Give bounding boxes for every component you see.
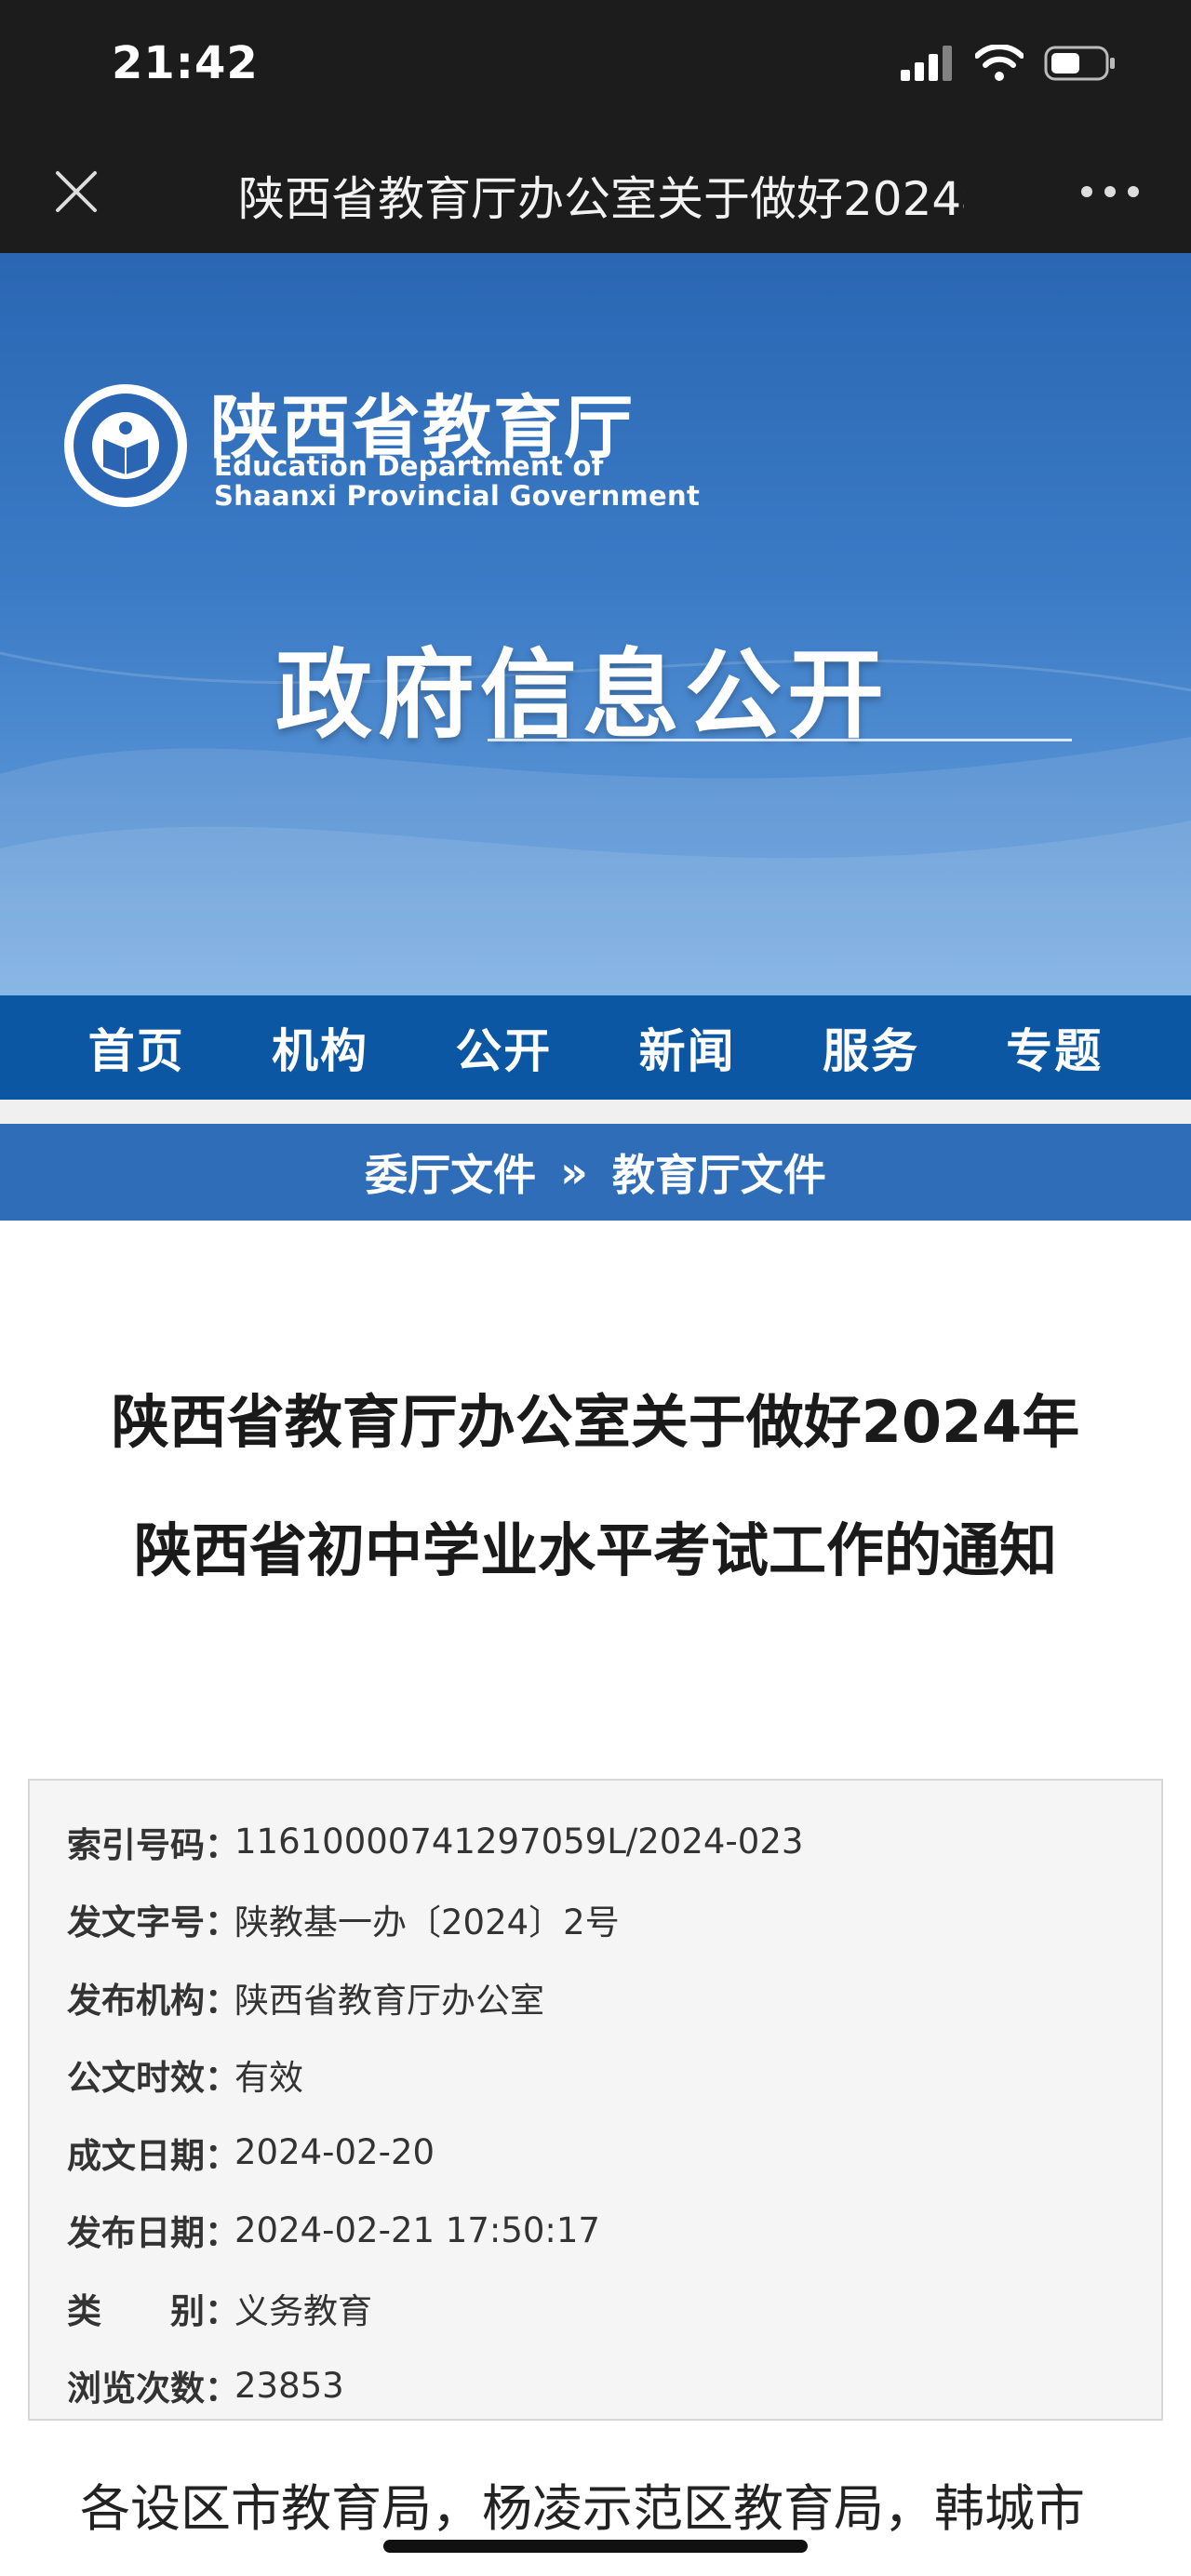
meta-label: 浏览次数： [67, 2369, 239, 2409]
article-title-line2: 陕西省初中学业水平考试工作的通知 [133, 1516, 1057, 1584]
menu-item-home[interactable]: 首页 [88, 1014, 185, 1081]
org-name-en-line1: Education Department of [214, 450, 604, 482]
meta-row-publisher: 发布机构： 陕西省教育厅办公室 [67, 1958, 1124, 2036]
nav-bar: 陕西省教育厅办公室关于做好2024年陕西省初中学业水平考试工作的通知 [0, 130, 1191, 253]
meta-value: 陕教基一办〔2024〕2号 [234, 1902, 620, 1943]
meta-value: 2024-02-20 [234, 2132, 435, 2173]
meta-row-written-date: 成文日期： 2024-02-20 [67, 2114, 1124, 2192]
article-title-line1: 陕西省教育厅办公室关于做好2024年 [111, 1388, 1080, 1456]
wifi-icon [975, 45, 1024, 81]
menu-item-organization[interactable]: 机构 [272, 1014, 368, 1081]
more-options-icon[interactable] [1077, 171, 1143, 212]
page-title: 陕西省教育厅办公室关于做好2024年陕西省初中学业水平考试工作的通知 [238, 172, 964, 226]
meta-value: 23853 [234, 2365, 344, 2406]
meta-label: 发布机构： [67, 1980, 239, 2021]
headline-underline [488, 739, 1072, 741]
meta-label: 成文日期： [67, 2135, 239, 2176]
status-time: 21:42 [112, 37, 259, 89]
main-menu: 首页 机构 公开 新闻 服务 专题 [0, 995, 1191, 1100]
document-metadata: 索引号码： 11610000741297059L/2024-023 发文字号： … [28, 1779, 1163, 2421]
menu-item-disclosure[interactable]: 公开 [455, 1014, 552, 1081]
article-title: 陕西省教育厅办公室关于做好2024年 陕西省初中学业水平考试工作的通知 [37, 1358, 1154, 1615]
home-indicator[interactable] [383, 2540, 808, 2553]
menu-item-news[interactable]: 新闻 [639, 1014, 736, 1081]
breadcrumb: 委厅文件 » 教育厅文件 [0, 1124, 1191, 1221]
meta-value: 11610000741297059L/2024-023 [234, 1822, 804, 1862]
status-bar: 21:42 [0, 0, 1191, 130]
site-banner: 陕西省教育厅 Education Department of Shaanxi P… [0, 253, 1191, 995]
education-department-logo [64, 384, 187, 507]
meta-row-validity: 公文时效： 有效 [67, 2036, 1124, 2115]
article-body-start: 各设区市教育局，杨凌示范区教育局，韩城市 [80, 2479, 1085, 2538]
meta-label: 索引号码： [67, 1824, 239, 1865]
menu-item-services[interactable]: 服务 [823, 1014, 919, 1081]
meta-row-views: 浏览次数： 23853 [67, 2347, 1124, 2425]
meta-label: 公文时效： [67, 2058, 239, 2099]
banner-headline: 政府信息公开 [275, 638, 890, 752]
meta-label: 发布日期： [67, 2213, 239, 2254]
org-name-en-line2: Shaanxi Provincial Government [214, 480, 701, 512]
meta-row-index: 索引号码： 11610000741297059L/2024-023 [67, 1803, 1124, 1881]
meta-row-publish-date: 发布日期： 2024-02-21 17:50:17 [67, 2192, 1124, 2270]
breadcrumb-current[interactable]: 教育厅文件 [612, 1141, 826, 1203]
breadcrumb-parent[interactable]: 委厅文件 [365, 1141, 536, 1203]
meta-row-doc-number: 发文字号： 陕教基一办〔2024〕2号 [67, 1881, 1124, 1959]
meta-value: 有效 [234, 2058, 303, 2099]
meta-value: 义务教育 [234, 2290, 372, 2331]
meta-value: 陕西省教育厅办公室 [234, 1980, 544, 2021]
menu-divider [0, 1100, 1191, 1124]
battery-icon [1044, 46, 1115, 81]
signal-icon [901, 46, 952, 81]
close-icon[interactable] [48, 164, 104, 220]
status-icons [901, 45, 1117, 82]
menu-item-topics[interactable]: 专题 [1006, 1014, 1103, 1081]
meta-row-category: 类 别： 义务教育 [67, 2269, 1124, 2347]
breadcrumb-separator: » [560, 1147, 588, 1197]
meta-value: 2024-02-21 17:50:17 [234, 2209, 600, 2250]
meta-label: 类 别： [67, 2290, 239, 2331]
meta-label: 发文字号： [67, 1902, 239, 1943]
